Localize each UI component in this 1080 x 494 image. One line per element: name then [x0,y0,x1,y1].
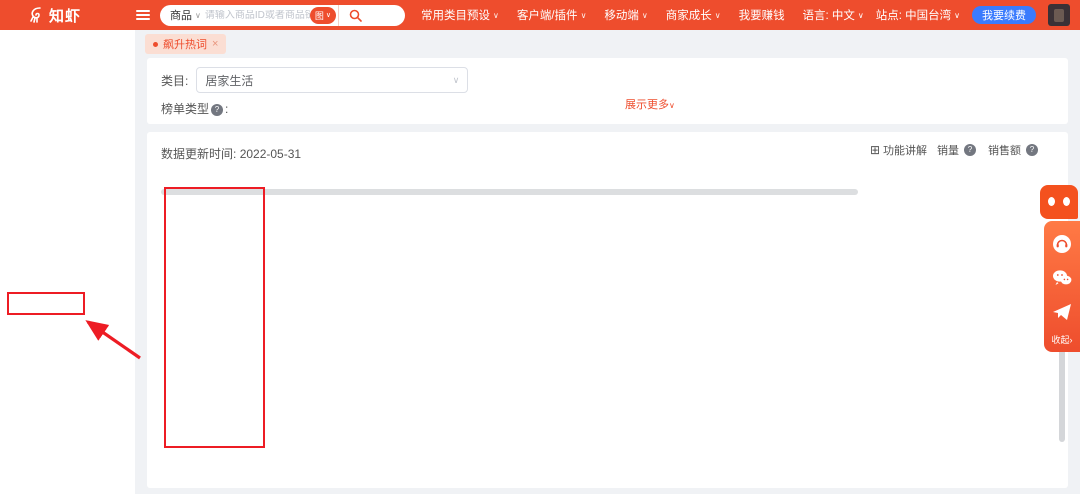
logo-text: 知虾 [49,7,82,25]
guide-icon: ⊞ [869,143,880,157]
language-select[interactable]: 语言: 中文 ∨ [803,7,864,23]
sidebar [0,30,135,494]
chevron-down-icon: ∨ [580,10,587,20]
horizontal-scrollbar [161,188,1054,196]
chevron-down-icon: ∨ [714,10,721,20]
search-button[interactable] [338,4,372,26]
nav-item-4[interactable]: 我要赚钱 [739,7,785,23]
nav-item-3[interactable]: 商家成长 ∨ [666,7,721,23]
data-panel: 数据更新时间: 2022-05-31 ⊞ 功能讲解 销量? 销售额? [147,132,1068,488]
metric-links: ⊞ 功能讲解 销量? 销售额? [870,142,1040,158]
user-avatar[interactable] [1048,4,1070,26]
chevron-down-icon: ∨ [857,10,864,20]
help-icon: ? [964,144,976,156]
rank-type-label: 榜单类型?: [161,102,229,116]
telegram-icon[interactable] [1049,299,1075,325]
shrimp-logo-icon [30,7,41,23]
sales-amount-link[interactable]: 销售额? [988,142,1040,158]
top-bar: 知虾 商品∨ 图∨ 常用类目预设∨客户端/插件∨移动端∨商家成长∨我要赚钱 语言… [0,0,1080,30]
horizontal-scrollbar-thumb[interactable] [161,189,858,195]
site-select[interactable]: 站点: 中国台湾 ∨ [876,7,960,23]
mascot-icon[interactable] [1040,185,1078,219]
contact-bar: 收起› [1044,221,1080,352]
nav-item-0[interactable]: 常用类目预设 ∨ [421,7,499,23]
main-content: 飙升热词 × 类目: 居家生活 ∨ 榜单类型?: 展示更多∨ 数据更新时间: 2… [135,30,1080,494]
help-icon[interactable]: ? [211,103,224,116]
search-category-select[interactable]: 商品 ∨ [160,7,205,23]
search-icon [349,9,362,22]
top-nav: 常用类目预设 ∨ 客户端/插件 ∨ 移动端 ∨ 商家成长 ∨ 我要赚钱 [421,7,785,23]
help-icon: ? [1026,144,1038,156]
nav-item-label: 常用类目预设 [421,10,490,22]
search-bar: 商品∨ 图∨ [160,4,405,26]
show-more-link[interactable]: 展示更多∨ [625,96,675,112]
renew-button[interactable]: 我要续费 [972,6,1036,24]
search-input[interactable] [204,9,310,21]
image-search-button[interactable]: 图 ∨ [309,6,336,24]
nav-item-label: 我要赚钱 [738,10,785,22]
data-panel-header: 数据更新时间: 2022-05-31 ⊞ 功能讲解 销量? 销售额? [161,142,1054,186]
chevron-down-icon: ∨ [195,10,201,20]
nav-item-label: 客户端/插件 [516,10,578,22]
wechat-icon[interactable] [1049,265,1075,291]
tab-active-dot [153,41,158,47]
chevron-down-icon: ∨ [452,74,460,85]
chevron-down-icon: ∨ [493,10,499,20]
feature-guide-link[interactable]: ⊞ 功能讲解 [870,142,927,158]
sales-volume-link[interactable]: 销量? [937,142,978,158]
top-right: 语言: 中文 ∨ 站点: 中国台湾 ∨ 我要续费 [803,4,1080,26]
tab-bar: 飙升热词 × [135,30,1080,58]
nav-item-label: 商家成长 [665,10,712,22]
chevron-down-icon: ∨ [954,10,960,20]
collapse-button[interactable]: 收起› [1051,329,1072,348]
menu-toggle-icon[interactable] [136,10,150,20]
app-window: 知虾 商品∨ 图∨ 常用类目预设∨客户端/插件∨移动端∨商家成长∨我要赚钱 语言… [0,0,1080,494]
category-select[interactable]: 居家生活 ∨ [196,67,469,93]
category-label: 类目: [161,73,189,88]
nav-item-1[interactable]: 客户端/插件 ∨ [517,7,587,23]
customer-service-icon[interactable] [1049,231,1075,257]
logo[interactable]: 知虾 [0,5,130,26]
tab-close-icon[interactable]: × [212,38,218,50]
tab-label: 飙升热词 [163,39,207,51]
floating-contact-widget: 收起› [1036,185,1080,352]
chevron-down-icon: ∨ [641,10,648,20]
filter-panel: 类目: 居家生活 ∨ 榜单类型?: 展示更多∨ [147,58,1068,124]
tab-surging-hot-words[interactable]: 飙升热词 × [145,34,227,54]
nav-item-2[interactable]: 移动端 ∨ [604,7,647,23]
nav-item-label: 移动端 [604,10,639,22]
